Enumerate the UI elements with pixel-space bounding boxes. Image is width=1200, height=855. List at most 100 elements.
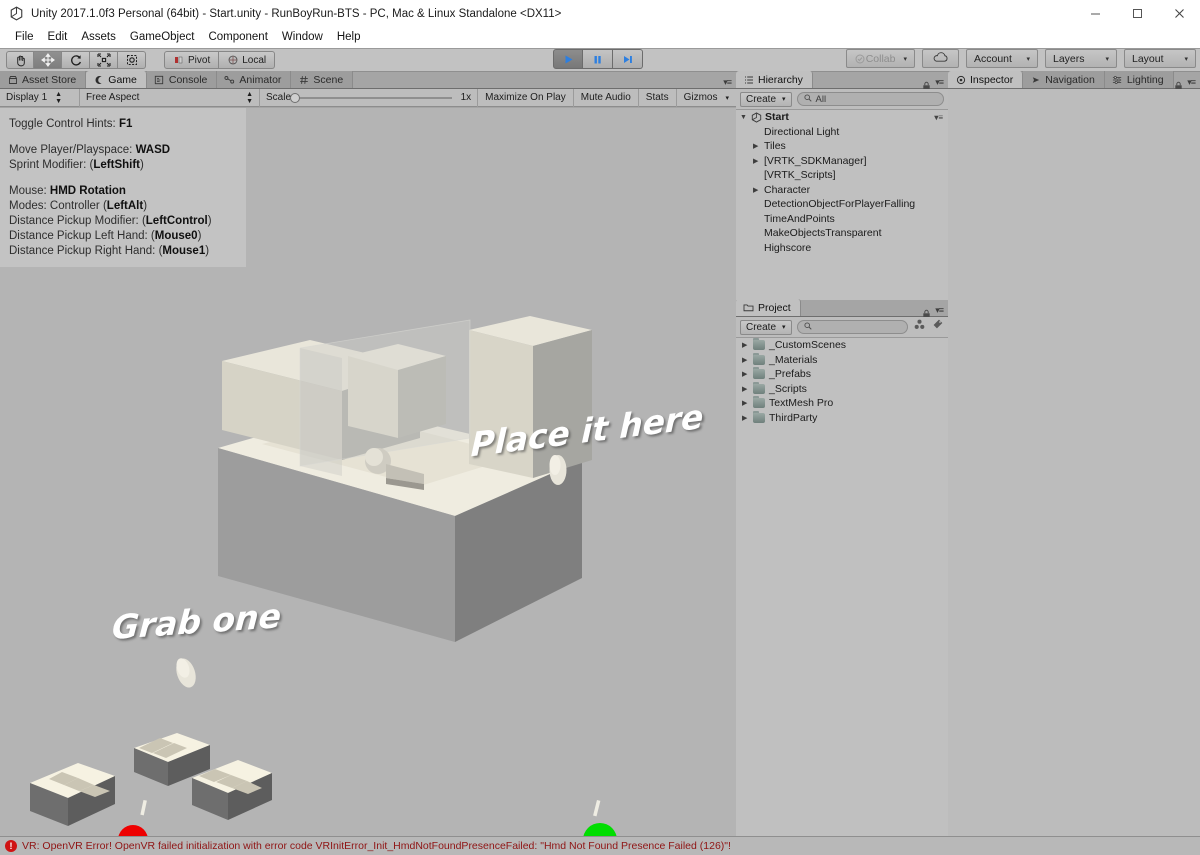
scale-tool-button[interactable] [90,51,118,69]
close-icon[interactable] [1158,0,1200,27]
project-folder-scripts[interactable]: ▶ _Scripts [736,381,948,397]
statusbar[interactable]: VR: OpenVR Error! OpenVR failed initiali… [0,836,1200,855]
tab-console[interactable]: Console [146,71,218,88]
hierarchy-tabstrip: Hierarchy ▾≡ [736,71,948,90]
filter-by-label-icon[interactable] [931,318,944,336]
chevron-right-icon[interactable]: ▶ [742,341,753,349]
project-folder-prefabs[interactable]: ▶ _Prefabs [736,367,948,382]
lock-icon[interactable] [1174,78,1183,90]
lock-icon[interactable] [922,78,931,90]
play-controls-group [553,49,643,69]
hierarchy-item-character[interactable]: ▶ Character [736,183,948,198]
hierarchy-create-button[interactable]: Create ▾ [740,91,792,107]
menu-edit[interactable]: Edit [41,27,75,48]
menu-assets[interactable]: Assets [74,27,123,48]
scale-slider-knob[interactable] [290,92,301,103]
stats-button[interactable]: Stats [637,88,676,107]
hierarchy-item-vrtk-scripts[interactable]: ▶ [VRTK_Scripts] [736,168,948,183]
maximize-on-play-button[interactable]: Maximize On Play [477,88,573,107]
display-dropdown[interactable]: Display 1 ▲ ▼ [0,88,80,107]
chevron-down-icon: ▾ [725,94,729,102]
hierarchy-item-tiles[interactable]: ▶ Tiles [736,139,948,154]
account-button[interactable]: Account ▾ [966,49,1038,68]
tab-scene[interactable]: Scene [291,71,354,88]
layers-button[interactable]: Layers ▾ [1045,49,1117,68]
tab-hierarchy[interactable]: Hierarchy [736,71,813,88]
filter-by-type-icon[interactable] [913,318,926,336]
tab-label: Console [168,73,208,86]
menu-file[interactable]: File [8,27,41,48]
layout-button[interactable]: Layout ▾ [1124,49,1196,68]
maximize-icon[interactable] [1116,0,1158,27]
scale-slider[interactable] [290,92,452,103]
inspector-strip-controls: ▾≡ [1174,77,1200,90]
pause-button[interactable] [583,49,613,69]
hierarchy-item-directional-light[interactable]: ▶ Directional Light [736,125,948,140]
menu-window[interactable]: Window [275,27,330,48]
chevron-right-icon[interactable]: ▶ [753,186,764,194]
scale-slider-group[interactable]: Scale 1x [260,92,477,103]
chevron-right-icon[interactable]: ▶ [742,399,753,407]
chevron-right-icon[interactable]: ▶ [742,370,753,378]
tab-project[interactable]: Project [736,299,801,316]
hierarchy-item-highscore[interactable]: ▶ Highscore [736,241,948,256]
gizmos-button[interactable]: Gizmos ▾ [675,88,736,107]
cloud-button[interactable] [922,49,959,68]
chevron-right-icon[interactable]: ▶ [742,356,753,364]
chevron-right-icon[interactable]: ▶ [742,414,753,422]
move-tool-button[interactable] [34,51,62,69]
hierarchy-item-vrtk-sdkmanager[interactable]: ▶ [VRTK_SDKManager] [736,154,948,169]
tab-game[interactable]: Game [86,71,147,88]
tab-navigation[interactable]: Navigation [1023,71,1105,88]
window-title: Unity 2017.1.0f3 Personal (64bit) - Star… [31,7,562,20]
scene-menu-icon[interactable]: ▾≡ [934,113,948,122]
step-button[interactable] [613,49,643,69]
chevron-right-icon[interactable]: ▶ [753,142,764,150]
minimize-icon[interactable] [1074,0,1116,27]
chevron-right-icon[interactable]: ▶ [753,157,764,165]
menu-component[interactable]: Component [201,27,274,48]
hierarchy-panel: Hierarchy ▾≡ Create ▾ All ▼ Start ▾≡ Dir… [736,71,948,300]
menu-gameobject[interactable]: GameObject [123,27,202,48]
collab-check-icon [854,52,866,66]
hierarchy-item-makeobjectstransparent[interactable]: ▶ MakeObjectsTransparent [736,226,948,241]
hierarchy-tree[interactable]: ▼ Start ▾≡ ▶ Directional Light ▶ Tiles ▶… [736,110,948,300]
game-view-panel: Asset Store Game Console Animator Scene … [0,71,736,836]
panel-menu-icon[interactable]: ▾≡ [935,305,944,316]
rotate-tool-button[interactable] [62,51,90,69]
tab-asset-store[interactable]: Asset Store [0,71,87,88]
project-folder-thirdparty[interactable]: ▶ ThirdParty [736,410,948,426]
hierarchy-item-timeandpoints[interactable]: ▶ TimeAndPoints [736,212,948,227]
project-search-input[interactable] [796,320,908,334]
rect-transform-tool-button[interactable] [118,51,146,69]
aspect-dropdown[interactable]: Free Aspect ▲ ▼ [80,88,260,107]
tab-inspector[interactable]: Inspector [948,71,1024,88]
scene-name-label: Start [765,111,789,124]
tab-animator[interactable]: Animator [217,71,292,88]
panel-menu-icon[interactable]: ▾≡ [935,77,944,88]
item-label: [VRTK_Scripts] [764,169,836,182]
local-button[interactable]: Local [219,51,276,69]
project-folder-customscenes[interactable]: ▶ _CustomScenes [736,338,948,353]
panel-menu-icon[interactable]: ▾≡ [1187,77,1196,88]
chevron-down-icon[interactable]: ▼ [740,114,751,121]
chevron-right-icon[interactable]: ▶ [742,385,753,393]
pivot-button[interactable]: Pivot [164,51,220,69]
hierarchy-item-detectionobjectforplayerfalling[interactable]: ▶ DetectionObjectForPlayerFalling [736,197,948,212]
tab-lighting[interactable]: Lighting [1104,71,1174,88]
hand-tool-button[interactable] [6,51,34,69]
hierarchy-scene-row[interactable]: ▼ Start ▾≡ [736,110,948,125]
hierarchy-search-input[interactable]: All [796,92,944,106]
play-button[interactable] [553,49,583,69]
project-folder-materials[interactable]: ▶ _Materials [736,352,948,368]
game-icon [93,74,104,85]
collab-button[interactable]: Collab ▾ [845,49,915,68]
project-folder-textmesh-pro[interactable]: ▶ TextMesh Pro [736,396,948,411]
panel-menu-icon[interactable]: ▾≡ [723,77,732,88]
project-create-button[interactable]: Create ▾ [740,319,792,335]
mute-audio-button[interactable]: Mute Audio [572,88,638,107]
game-render-canvas[interactable]: Grab one Place it here Toggle Control Hi… [0,108,736,836]
project-tree[interactable]: ▶ _CustomScenes ▶ _Materials ▶ _Prefabs … [736,338,948,836]
menu-help[interactable]: Help [330,27,368,48]
lock-icon[interactable] [922,306,931,318]
